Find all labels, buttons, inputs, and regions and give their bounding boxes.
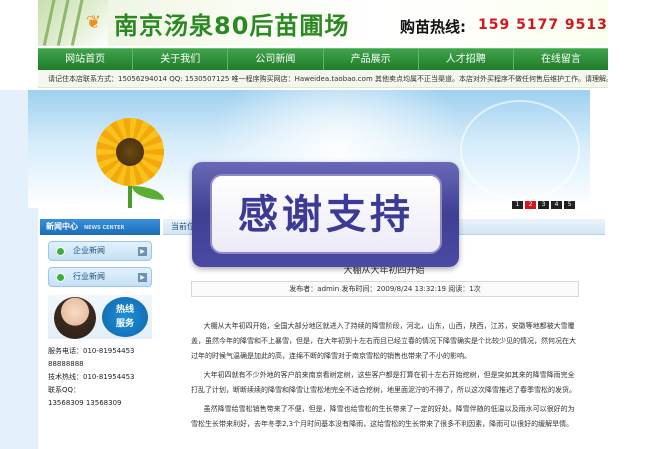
left-sidebar: 新闻中心 NEWS CENTER 企业新闻 ▶ 行业新闻 ▶ 热线 服务 服务电话… [40, 219, 160, 449]
pager-4[interactable]: 4 [551, 201, 562, 209]
main-nav: 网站首页 关于我们 公司新闻 产品展示 人才招聘 在线留言 [38, 48, 608, 70]
sunflower-leaf [132, 186, 164, 200]
sunflower-core [116, 138, 144, 166]
arrow-right-icon: ▶ [138, 273, 147, 282]
sidebar-item-industry-news[interactable]: 行业新闻 ▶ [48, 267, 152, 287]
nav-guestbook[interactable]: 在线留言 [514, 49, 608, 70]
pager-5[interactable]: 5 [564, 201, 575, 209]
bullet-icon [56, 247, 65, 256]
pager-3[interactable]: 3 [538, 201, 549, 209]
notice-strip: 请记住本店联系方式：15056294014 QQ: 1530507125 唯一程… [38, 70, 608, 88]
site-title[interactable]: 南京汤泉80后苗圃场 [114, 6, 349, 41]
service-agent-avatar [54, 297, 96, 339]
pager-2[interactable]: 2 [525, 201, 536, 209]
nav-about[interactable]: 关于我们 [133, 49, 229, 70]
article-body: 大棚从大年初四开始，全国大部分地区就进入了持续的降雪阶段，河北，山东，山西，陕西… [191, 319, 579, 436]
pager-1[interactable]: 1 [512, 201, 523, 209]
hotline-number: 159 5177 9513 [478, 17, 608, 33]
news-center-heading: 新闻中心 NEWS CENTER [40, 219, 160, 235]
article-paragraph: 大棚从大年初四开始，全国大部分地区就进入了持续的降雪阶段，河北，山东，山西，陕西… [191, 322, 576, 360]
article-paragraph: 虽然降雪给雪松销售带来了不便，但是，降雪也给雪松的生长带来了一定的好处。降雪伴随… [191, 405, 575, 428]
site-header: ❦ 南京汤泉80后苗圃场 购苗热线: 159 5177 9513 [38, 0, 608, 46]
butterfly-icon: ❦ [86, 12, 102, 33]
hotline-label: 购苗热线: [400, 18, 466, 36]
thanks-overlay[interactable]: 感谢支持 [192, 162, 459, 267]
arrow-right-icon: ▶ [138, 247, 147, 256]
contact-info: 服务电话：010-81954453 88888888 技术热线：010-8195… [48, 347, 135, 407]
nav-home[interactable]: 网站首页 [38, 49, 134, 70]
sidebar-item-company-news[interactable]: 企业新闻 ▶ [48, 241, 152, 261]
nav-products[interactable]: 产品展示 [324, 49, 419, 70]
nav-jobs[interactable]: 人才招聘 [419, 49, 514, 70]
thanks-text: 感谢支持 [238, 192, 414, 238]
article-meta: 发布者：admin 发布时间：2009/8/24 13:32:19 阅读：1次 [191, 281, 579, 297]
banner-pager: 1 2 3 4 5 [512, 201, 575, 209]
article-paragraph: 大年初四就有不少外地的客户前来南京看树定树，这些客户都是打算在初十左右开始挖树，… [191, 371, 576, 394]
bullet-icon [56, 273, 65, 282]
nav-news[interactable]: 公司新闻 [228, 49, 324, 70]
hotline-service-badge: 热线 服务 [102, 297, 148, 337]
hotline-service-box: 热线 服务 [48, 295, 152, 339]
